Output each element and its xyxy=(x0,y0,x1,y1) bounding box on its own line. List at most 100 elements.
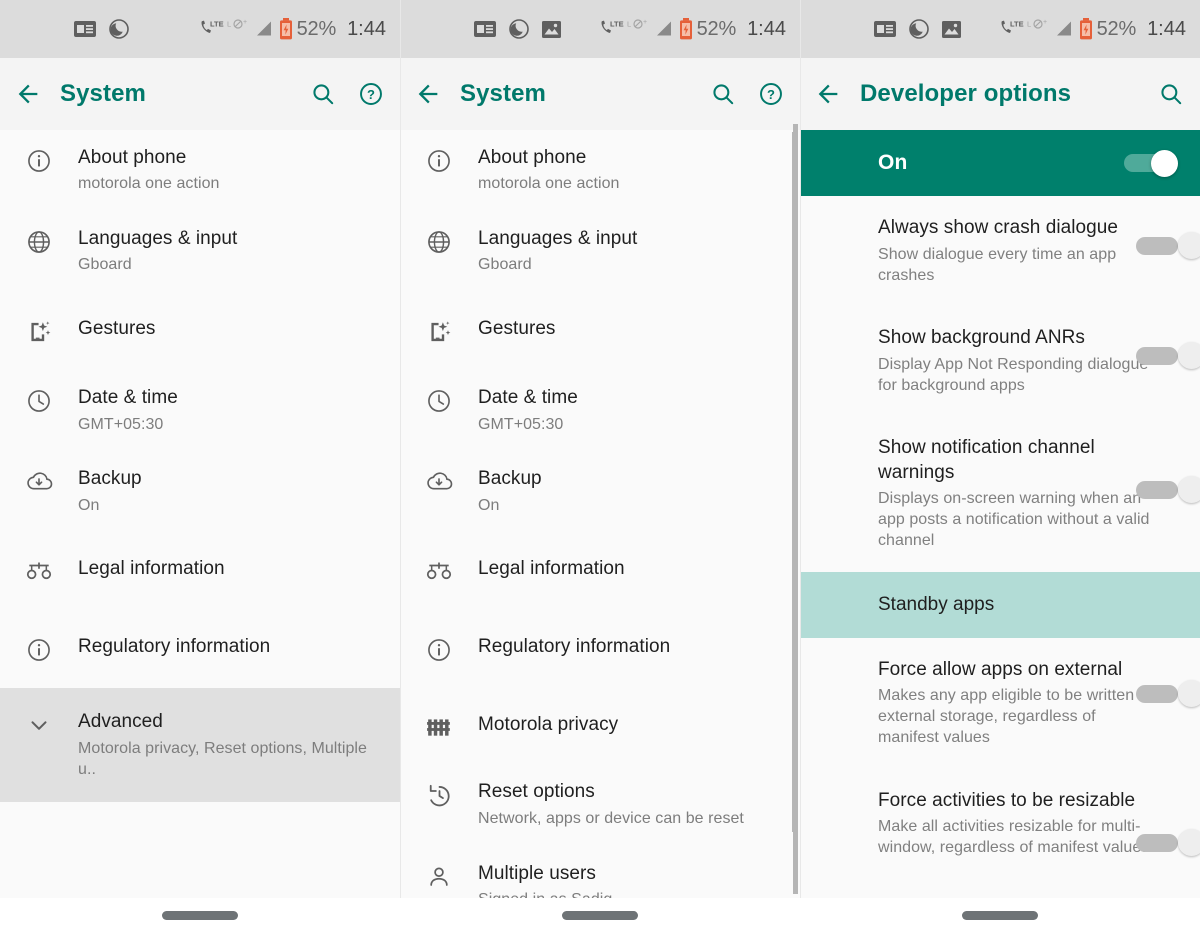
list-item-title: Date & time xyxy=(478,387,578,409)
page-title-2: System xyxy=(460,80,546,107)
list-item[interactable]: Languages & input Gboard xyxy=(400,211,800,292)
signal-bars-icon xyxy=(255,20,275,38)
list-item[interactable]: Backup On xyxy=(400,451,800,532)
svg-text:+: + xyxy=(243,19,247,26)
do-not-disturb-icon xyxy=(109,19,129,39)
panel-developer-options: LTE L + 52% 1:44 Developer options On Al… xyxy=(800,0,1200,933)
gesture-home-pill[interactable] xyxy=(562,911,638,920)
list-item-title: About phone xyxy=(78,147,187,168)
master-toggle-label: On xyxy=(878,151,908,174)
svg-text:+: + xyxy=(1043,19,1047,26)
list-item-title: Backup xyxy=(478,468,542,490)
gesture-home-pill[interactable] xyxy=(962,911,1038,920)
list-item[interactable]: About phone motorola one action xyxy=(0,130,400,211)
appbar-1: System ? xyxy=(0,58,400,130)
setting-row-show-notification-channel-warnings[interactable]: Show notification channel warnings Displ… xyxy=(800,416,1200,572)
list-item-subtitle: Gboard xyxy=(78,256,132,274)
list-item[interactable]: Regulatory information xyxy=(0,610,400,688)
list-item-title: Advanced xyxy=(78,711,163,733)
setting-row-force-activities-to-be-resizable[interactable]: Force activities to be resizable Make al… xyxy=(800,769,1200,879)
list-item-title: Multiple users xyxy=(478,862,596,884)
list-item[interactable]: Motorola privacy xyxy=(400,688,800,764)
setting-subtitle: Makes any app eligible to be written to … xyxy=(878,687,1153,747)
search-icon[interactable] xyxy=(710,81,736,107)
search-icon[interactable] xyxy=(1158,81,1184,107)
list-item-advanced[interactable]: Advanced Motorola privacy, Reset options… xyxy=(0,688,400,803)
battery-icon xyxy=(1079,18,1093,40)
master-toggle-switch[interactable] xyxy=(1124,150,1178,177)
cloud-backup-icon xyxy=(0,467,78,495)
news-icon xyxy=(874,21,896,37)
list-item-subtitle: Motorola privacy, Reset options, Multipl… xyxy=(78,739,367,778)
status-bar-1: LTE L + 52% 1:44 xyxy=(0,0,400,58)
panel-divider-1 xyxy=(400,0,401,933)
info-circle-icon xyxy=(400,635,478,663)
person-icon xyxy=(400,862,478,890)
list-item-title: Languages & input xyxy=(78,228,238,250)
list-item[interactable]: Regulatory information xyxy=(400,610,800,688)
back-arrow-icon[interactable] xyxy=(14,80,42,108)
list-item[interactable]: Date & time GMT+05:30 xyxy=(400,370,800,451)
list-item-subtitle: motorola one action xyxy=(78,175,220,193)
setting-subtitle: Show dialogue every time an app crashes xyxy=(878,245,1117,284)
list-item[interactable]: Reset options Network, apps or device ca… xyxy=(400,764,800,845)
vertical-scrollbar-developer[interactable] xyxy=(793,124,798,894)
image-icon xyxy=(942,20,961,38)
restore-icon xyxy=(400,780,478,809)
info-circle-icon xyxy=(0,635,78,663)
setting-row-force-allow-apps-on-external[interactable]: Force allow apps on external Makes any a… xyxy=(800,638,1200,769)
clock-icon xyxy=(400,386,478,414)
battery-percent-1: 52% xyxy=(296,17,337,40)
setting-row-always-show-crash-dialogue[interactable]: Always show crash dialogue Show dialogue… xyxy=(800,196,1200,306)
setting-row-show-background-anrs[interactable]: Show background ANRs Display App Not Res… xyxy=(800,306,1200,416)
setting-title: Show notification channel warnings xyxy=(878,436,1095,483)
list-item[interactable]: Languages & input Gboard xyxy=(0,211,400,292)
list-item[interactable]: Gestures xyxy=(0,292,400,370)
list-item[interactable]: Date & time GMT+05:30 xyxy=(0,370,400,451)
list-item-subtitle: GMT+05:30 xyxy=(478,415,564,433)
page-title-3: Developer options xyxy=(860,80,1072,107)
battery-icon xyxy=(679,18,693,40)
fence-icon xyxy=(400,713,478,739)
gesture-home-pill[interactable] xyxy=(162,911,238,920)
help-icon[interactable]: ? xyxy=(358,81,384,107)
section-header-standby-apps[interactable]: Standby apps xyxy=(800,571,1200,638)
call-lte-icon: LTE L + xyxy=(599,19,651,39)
list-item[interactable]: Legal information xyxy=(0,532,400,610)
globe-icon xyxy=(400,227,478,255)
status-bar-right-1: LTE L + 52% 1:44 xyxy=(199,18,386,41)
developer-options-master-toggle[interactable]: On xyxy=(800,130,1200,196)
status-bar-left-icons-3 xyxy=(800,19,961,39)
svg-text:?: ? xyxy=(367,87,375,102)
svg-text:LTE: LTE xyxy=(610,20,624,29)
info-circle-icon xyxy=(400,146,478,174)
image-icon xyxy=(542,20,561,38)
chevron-down-icon xyxy=(0,710,78,738)
list-item[interactable]: Backup On xyxy=(0,451,400,532)
list-item-title: Regulatory information xyxy=(478,636,671,658)
status-bar-right-3: LTE L + 52% 1:44 xyxy=(999,18,1186,41)
help-icon[interactable]: ? xyxy=(758,81,784,107)
back-arrow-icon[interactable] xyxy=(414,80,442,108)
list-item[interactable]: Legal information xyxy=(400,532,800,610)
panel-system-2: LTE L + 52% 1:44 System ? About phone mo… xyxy=(400,0,800,933)
call-lte-icon: LTE L + xyxy=(999,19,1051,39)
list-item-subtitle: Gboard xyxy=(478,256,532,274)
list-item[interactable]: Gestures xyxy=(400,292,800,370)
list-item-subtitle: On xyxy=(78,496,100,514)
status-bar-left-icons-1 xyxy=(0,19,129,39)
signal-bars-icon xyxy=(655,20,675,38)
battery-percent-2: 52% xyxy=(696,17,737,40)
back-arrow-icon[interactable] xyxy=(814,80,842,108)
list-item-title: Legal information xyxy=(78,558,225,580)
list-item-title: About phone xyxy=(478,147,587,168)
clock-text-3: 1:44 xyxy=(1147,17,1186,40)
svg-text:LTE: LTE xyxy=(210,20,224,29)
list-item-subtitle: On xyxy=(478,496,500,514)
settings-list-2: About phone motorola one action Language… xyxy=(400,130,800,933)
settings-list-1: About phone motorola one action Language… xyxy=(0,130,400,803)
search-icon[interactable] xyxy=(310,81,336,107)
navigation-bar xyxy=(0,898,1200,933)
list-item[interactable]: About phone motorola one action xyxy=(400,130,800,211)
call-lte-icon: LTE L + xyxy=(199,19,251,39)
